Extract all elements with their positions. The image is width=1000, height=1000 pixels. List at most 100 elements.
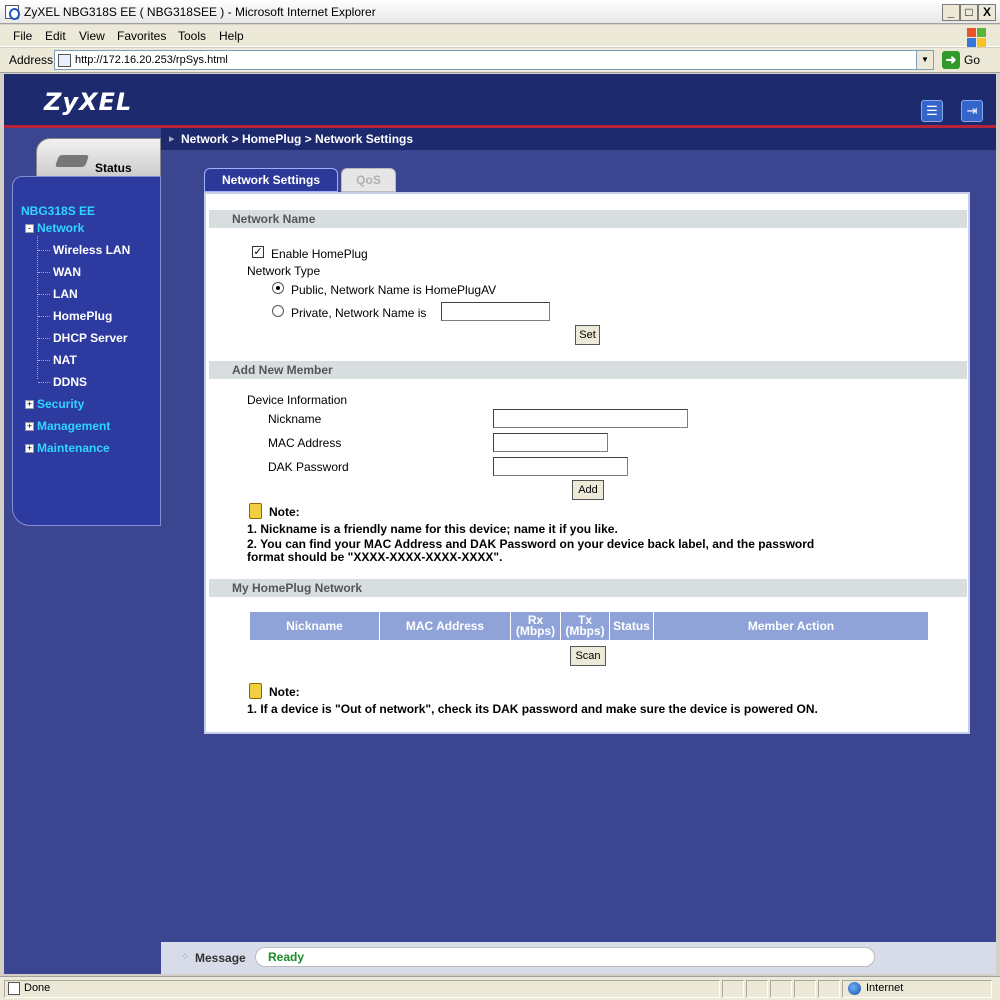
add-button[interactable]: Add xyxy=(572,480,604,500)
router-icon xyxy=(54,155,90,167)
member-table-header: Nickname MAC Address Rx (Mbps) Tx (Mbps)… xyxy=(250,612,928,640)
breadcrumb: ▸ Network > HomePlug > Network Settings xyxy=(161,128,996,150)
sidebar-item-lan[interactable]: LAN xyxy=(53,287,78,301)
network-collapse-icon[interactable]: - xyxy=(25,224,34,233)
breadcrumb-text: Network > HomePlug > Network Settings xyxy=(181,132,414,146)
browser-viewport: ZyXEL ☰ ⇥ Status NBG318S EE - Network Wi… xyxy=(0,74,1000,974)
menu-view[interactable]: View xyxy=(79,29,105,43)
minimize-button[interactable]: _ xyxy=(942,4,960,21)
window-titlebar: ZyXEL NBG318S EE ( NBG318SEE ) - Microso… xyxy=(0,0,1000,24)
menu-edit[interactable]: Edit xyxy=(45,29,66,43)
section-network-name: Network Name xyxy=(209,210,967,228)
chevron-down-icon[interactable]: ▼ xyxy=(916,51,933,69)
sidebar-item-network[interactable]: Network xyxy=(37,221,84,235)
maintenance-expand-icon[interactable]: + xyxy=(25,444,34,453)
status-cell xyxy=(794,980,816,998)
nav-branch-line xyxy=(38,250,50,251)
mac-address-input[interactable] xyxy=(493,433,608,452)
nav-branch-line xyxy=(38,382,50,383)
menu-favorites[interactable]: Favorites xyxy=(117,29,166,43)
dak-password-input[interactable] xyxy=(493,457,628,476)
nav-panel xyxy=(12,176,161,526)
nickname-input[interactable] xyxy=(493,409,688,428)
nav-branch-line xyxy=(38,272,50,273)
public-network-label: Public, Network Name is HomePlugAV xyxy=(291,283,497,297)
note-title: Note: xyxy=(269,505,300,519)
set-button[interactable]: Set xyxy=(575,325,600,345)
note-title: Note: xyxy=(269,685,300,699)
security-expand-icon[interactable]: + xyxy=(25,400,34,409)
maximize-button[interactable]: □ xyxy=(960,4,978,21)
sidebar-item-wan[interactable]: WAN xyxy=(53,265,81,279)
section-my-homeplug-network: My HomePlug Network xyxy=(209,579,967,597)
device-name: NBG318S EE xyxy=(21,204,96,218)
public-network-radio[interactable] xyxy=(272,282,284,294)
section-title: Add New Member xyxy=(232,363,333,377)
nav-branch-line xyxy=(38,360,50,361)
site-map-icon[interactable]: ☰ xyxy=(921,100,943,122)
nav-branch-line xyxy=(38,316,50,317)
status-label: Status xyxy=(95,161,132,175)
note-line-1: 1. Nickname is a friendly name for this … xyxy=(247,522,618,536)
column-status: Status xyxy=(610,612,654,640)
internet-globe-icon xyxy=(848,982,861,995)
section-title: My HomePlug Network xyxy=(232,581,363,595)
sidebar-item-ddns[interactable]: DDNS xyxy=(53,375,87,389)
address-bar: Address http://172.16.20.253/rpSys.html … xyxy=(0,48,1000,73)
message-label: Message xyxy=(195,951,246,965)
message-box: Ready xyxy=(255,947,875,967)
sidebar-item-management[interactable]: Management xyxy=(37,419,110,433)
network-type-label: Network Type xyxy=(247,264,321,278)
sidebar: Status NBG318S EE - Network Wireless LAN… xyxy=(4,128,161,974)
scan-button[interactable]: Scan xyxy=(570,646,606,666)
column-rx: Rx (Mbps) xyxy=(511,612,561,640)
private-network-name-input[interactable] xyxy=(441,302,550,321)
status-cell xyxy=(746,980,768,998)
column-tx: Tx (Mbps) xyxy=(561,612,610,640)
zyxel-logo: ZyXEL xyxy=(44,88,133,116)
dak-password-label: DAK Password xyxy=(268,460,349,474)
settings-panel: Network Name ✓ Enable HomePlug Network T… xyxy=(204,192,970,734)
menu-help[interactable]: Help xyxy=(219,29,244,43)
status-text: Done xyxy=(24,982,51,994)
tab-network-settings[interactable]: Network Settings xyxy=(204,168,338,192)
message-text: Ready xyxy=(268,950,305,964)
breadcrumb-arrow-icon: ▸ xyxy=(169,133,175,145)
private-network-radio[interactable] xyxy=(272,305,284,317)
status-cell xyxy=(818,980,840,998)
sidebar-item-security[interactable]: Security xyxy=(37,397,84,411)
sidebar-item-homeplug[interactable]: HomePlug xyxy=(53,309,112,323)
go-label: Go xyxy=(964,53,981,67)
status-cell xyxy=(770,980,792,998)
address-url: http://172.16.20.253/rpSys.html xyxy=(75,54,228,66)
menu-file[interactable]: File xyxy=(13,29,32,43)
window-title: ZyXEL NBG318S EE ( NBG318SEE ) - Microso… xyxy=(24,5,376,19)
page-done-icon xyxy=(8,982,20,995)
column-mac-address: MAC Address xyxy=(380,612,511,640)
sidebar-item-wireless-lan[interactable]: Wireless LAN xyxy=(53,243,130,257)
enable-homeplug-label: Enable HomePlug xyxy=(271,247,368,261)
note-line-1: 1. If a device is "Out of network", chec… xyxy=(247,702,818,716)
column-nickname: Nickname xyxy=(250,612,380,640)
section-add-new-member: Add New Member xyxy=(209,361,967,379)
sidebar-item-maintenance[interactable]: Maintenance xyxy=(37,441,110,455)
windows-logo-icon xyxy=(964,25,986,47)
management-expand-icon[interactable]: + xyxy=(25,422,34,431)
logout-icon[interactable]: ⇥ xyxy=(961,100,983,122)
enable-homeplug-checkbox[interactable]: ✓ xyxy=(252,246,264,258)
message-bar: ⁘ Message Ready xyxy=(161,942,996,974)
tab-qos[interactable]: QoS xyxy=(341,168,396,192)
status-cell-zone xyxy=(842,980,992,998)
sidebar-item-nat[interactable]: NAT xyxy=(53,353,77,367)
go-button[interactable]: ➜ Go xyxy=(942,51,992,69)
status-cell-main xyxy=(4,980,720,998)
address-input[interactable]: http://172.16.20.253/rpSys.html ▼ xyxy=(54,50,934,70)
menu-tools[interactable]: Tools xyxy=(178,29,206,43)
device-information-label: Device Information xyxy=(247,393,348,407)
close-button[interactable]: X xyxy=(978,4,996,21)
browser-status-bar: Done Internet xyxy=(0,976,1000,1000)
note-icon xyxy=(249,503,262,519)
note-line-2-cont: format should be "XXXX-XXXX-XXXX-XXXX". xyxy=(247,550,503,564)
sidebar-item-dhcp-server[interactable]: DHCP Server xyxy=(53,331,127,345)
security-zone: Internet xyxy=(866,982,904,994)
